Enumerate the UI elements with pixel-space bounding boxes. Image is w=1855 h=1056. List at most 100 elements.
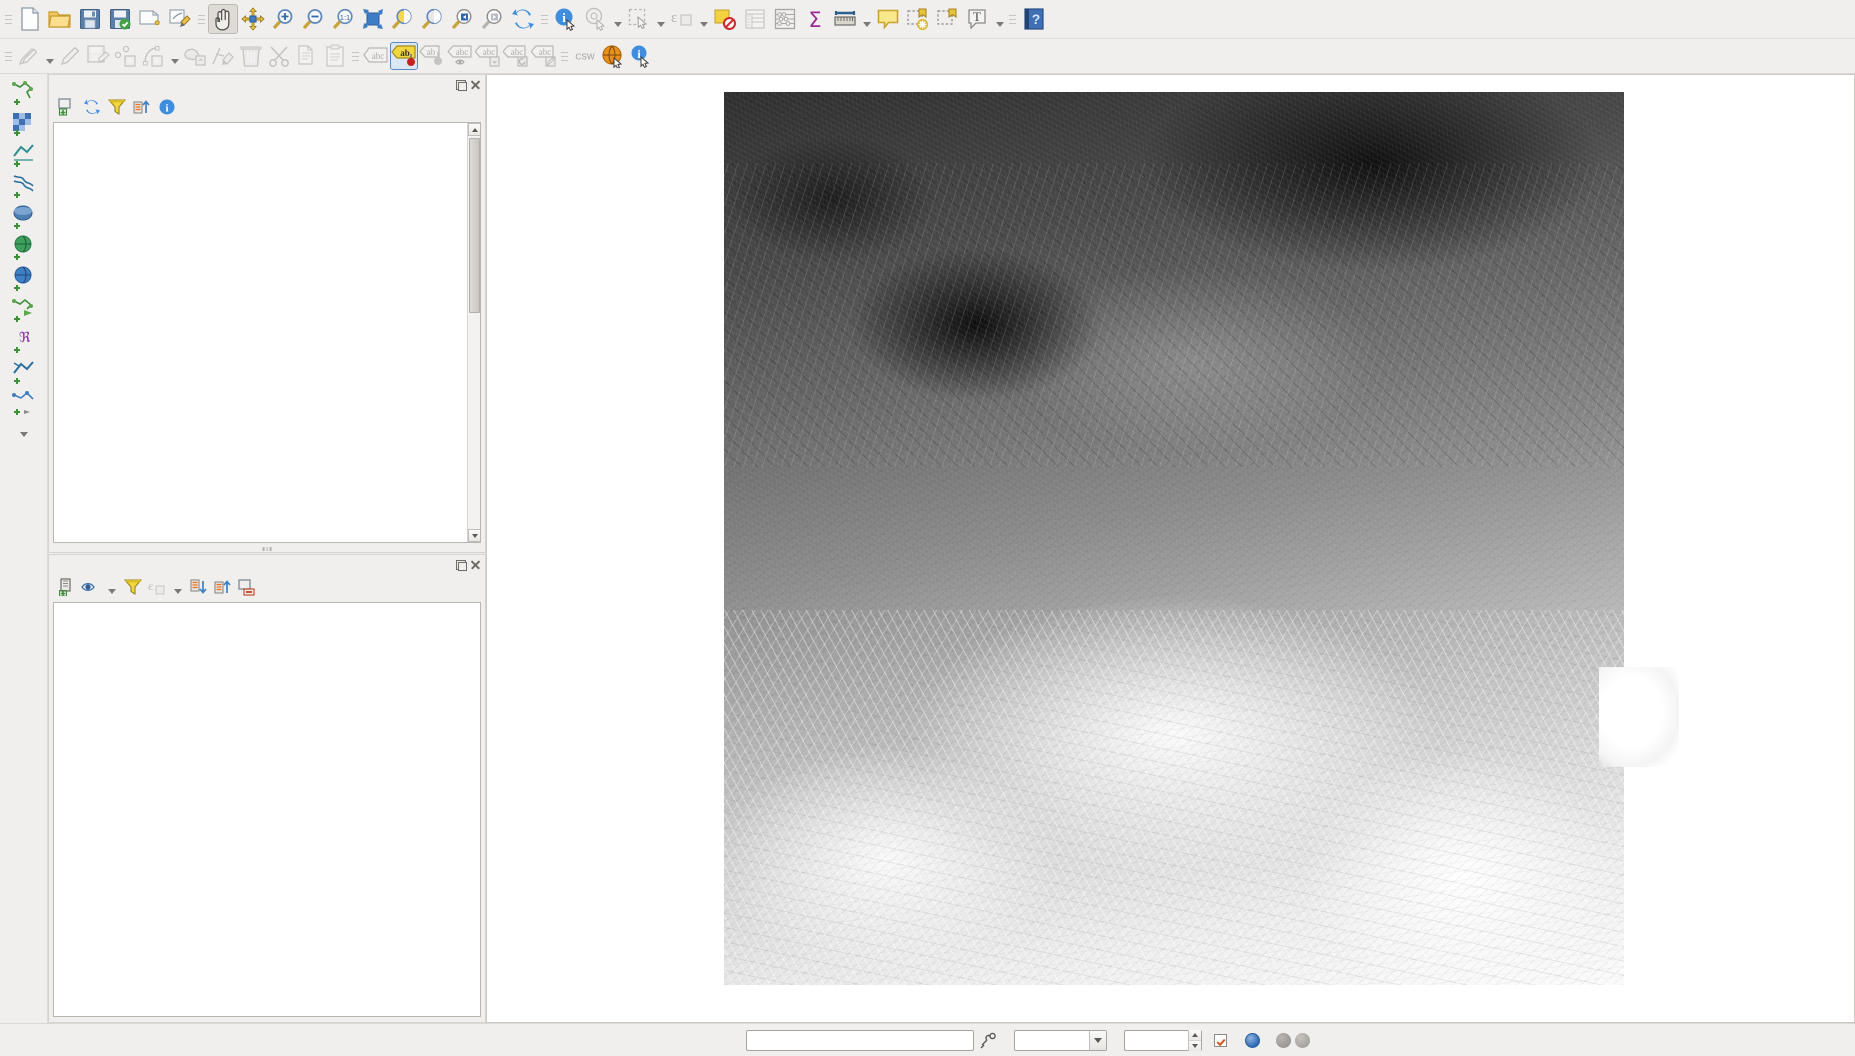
rotation-decrement[interactable] [1189, 1040, 1201, 1051]
open-layer-styling-button[interactable] [57, 578, 76, 597]
add-feature-caret[interactable] [168, 42, 181, 70]
run-feature-action-caret[interactable] [611, 5, 624, 33]
save-project-as-button[interactable] [105, 4, 135, 34]
filter-legend-expression-button[interactable]: ε [147, 578, 166, 597]
refresh-button[interactable] [82, 98, 101, 117]
add-wfs-layer-button[interactable] [7, 295, 41, 325]
scroll-down-button[interactable] [468, 529, 480, 542]
manage-map-themes-caret[interactable] [105, 578, 118, 596]
move-feature-button[interactable] [181, 42, 209, 70]
messages-icon[interactable] [1276, 1032, 1291, 1048]
toolbar-grip[interactable] [197, 6, 206, 32]
vertex-tool-button[interactable] [209, 42, 237, 70]
manage-map-themes-button[interactable] [81, 578, 100, 597]
plugin-info-button[interactable]: i [627, 42, 655, 70]
browser-tree-scrollbar[interactable] [467, 123, 480, 542]
layer-labeling-button[interactable]: ab [390, 42, 418, 70]
show-bookmarks-button[interactable] [933, 4, 963, 34]
select-by-expression-button[interactable]: ε [667, 4, 697, 34]
chevron-down-icon[interactable] [1089, 1030, 1106, 1050]
new-layer-caret[interactable] [7, 419, 41, 449]
enable-properties-widget-button[interactable]: i [157, 98, 176, 117]
layers-tree[interactable] [53, 602, 481, 1017]
toolbar-grip[interactable] [4, 6, 13, 32]
add-spatialite-layer-button[interactable] [7, 233, 41, 263]
field-calculator-button[interactable] [770, 4, 800, 34]
layer-diagram-button[interactable]: ab [418, 42, 446, 70]
new-project-button[interactable] [15, 4, 45, 34]
identify-features-button[interactable]: i [551, 4, 581, 34]
delete-selected-button[interactable] [237, 42, 265, 70]
scale-combo[interactable] [1014, 1029, 1107, 1051]
rotate-label-button[interactable]: abc [502, 42, 530, 70]
remove-layer-button[interactable] [237, 578, 256, 597]
add-point-feature-button[interactable] [112, 42, 140, 70]
zoom-full-button[interactable] [358, 4, 388, 34]
toolbar-grip[interactable] [351, 43, 360, 69]
new-shapefile-layer-button[interactable] [7, 388, 41, 418]
zoom-out-button[interactable] [298, 4, 328, 34]
map-tips-button[interactable] [873, 4, 903, 34]
add-wms-layer-button[interactable] [7, 264, 41, 294]
metasearch-button[interactable] [599, 42, 627, 70]
toggle-editing-button[interactable] [56, 42, 84, 70]
layers-panel-float-button[interactable] [455, 559, 467, 571]
zoom-in-button[interactable] [268, 4, 298, 34]
annotation-caret[interactable] [993, 5, 1006, 33]
new-print-layout-button[interactable] [135, 4, 165, 34]
filter-legend-caret[interactable] [171, 578, 184, 596]
current-edits-caret[interactable] [43, 42, 56, 70]
new-bookmark-button[interactable] [903, 4, 933, 34]
highlight-pinned-labels-button[interactable]: abc [446, 42, 474, 70]
rotation-stepper[interactable] [1188, 1029, 1201, 1051]
expand-all-button[interactable] [189, 578, 208, 597]
zoom-to-selection-button[interactable] [388, 4, 418, 34]
toolbar-grip[interactable] [540, 6, 549, 32]
add-line-feature-button[interactable] [140, 42, 168, 70]
pan-to-selection-button[interactable] [238, 4, 268, 34]
select-features-caret[interactable] [654, 5, 667, 33]
paste-features-button[interactable] [321, 42, 349, 70]
statistical-summary-button[interactable]: Σ [800, 4, 830, 34]
scroll-thumb[interactable] [469, 138, 480, 313]
measure-line-button[interactable] [830, 4, 860, 34]
layers-panel-close-button[interactable] [470, 559, 481, 570]
add-selected-layers-button[interactable] [57, 98, 76, 117]
run-feature-action-button[interactable] [581, 4, 611, 34]
browser-tree[interactable] [53, 122, 481, 543]
map-canvas[interactable] [486, 74, 1855, 1023]
rotation-increment[interactable] [1189, 1029, 1201, 1041]
coordinate-input[interactable] [746, 1029, 974, 1051]
filter-browser-button[interactable] [107, 98, 126, 117]
toolbar-grip[interactable] [1008, 6, 1017, 32]
layout-manager-button[interactable] [165, 4, 195, 34]
log-messages-icon[interactable] [1295, 1032, 1310, 1048]
select-features-button[interactable] [624, 4, 654, 34]
save-project-button[interactable] [75, 4, 105, 34]
browser-panel-close-button[interactable] [470, 79, 481, 90]
scroll-up-button[interactable] [468, 123, 480, 136]
render-toggle[interactable] [1214, 1033, 1232, 1047]
toolbar-grip[interactable] [4, 43, 13, 69]
open-attribute-table-button[interactable] [740, 4, 770, 34]
add-vector-layer-button[interactable] [7, 78, 41, 108]
toolbar-grip[interactable] [560, 43, 569, 69]
filter-legend-button[interactable] [123, 578, 142, 597]
collapse-all-button[interactable] [132, 98, 151, 117]
zoom-to-layer-button[interactable] [418, 4, 448, 34]
copy-features-button[interactable] [293, 42, 321, 70]
measure-caret[interactable] [860, 5, 873, 33]
open-project-button[interactable] [45, 4, 75, 34]
help-button[interactable]: ? [1019, 4, 1049, 34]
save-layer-edits-button[interactable] [84, 42, 112, 70]
add-virtual-layer-button[interactable] [7, 357, 41, 387]
render-checkbox[interactable] [1214, 1033, 1227, 1047]
zoom-next-button[interactable] [478, 4, 508, 34]
collapse-all-button[interactable] [213, 578, 232, 597]
csw-button[interactable]: CSW [571, 42, 599, 70]
zoom-native-button[interactable]: 1:1 [328, 4, 358, 34]
current-edits-button[interactable] [15, 42, 43, 70]
no-labels-button[interactable]: abc [362, 42, 390, 70]
deselect-features-button[interactable] [710, 4, 740, 34]
pan-map-button[interactable] [208, 4, 238, 34]
